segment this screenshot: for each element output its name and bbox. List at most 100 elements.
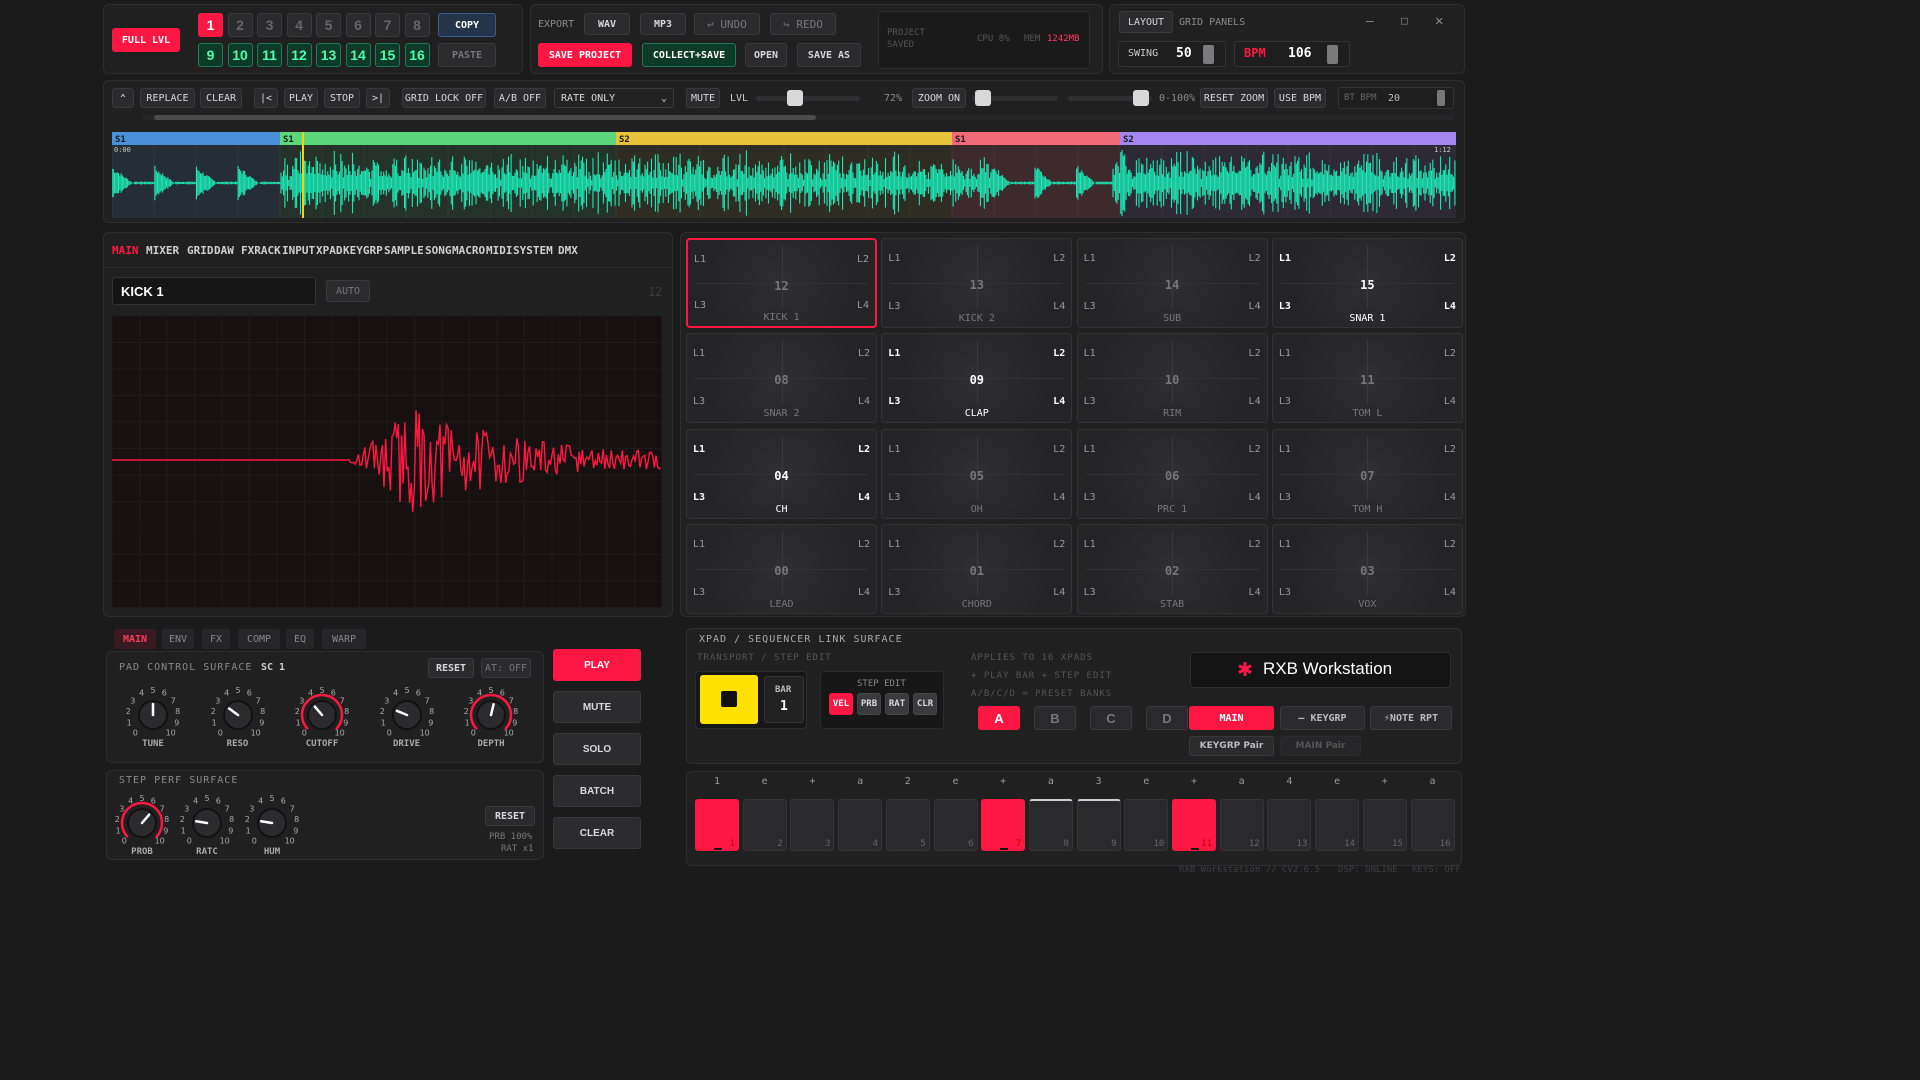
- control-tab-env[interactable]: ENV: [162, 629, 194, 649]
- step-2[interactable]: 2: [742, 799, 787, 851]
- drive-knob[interactable]: 0 1 2 3 4 5 6 7 8 9 10 DRIVE: [379, 684, 435, 752]
- prob-knob[interactable]: 0 1 2 3 4 5 6 7 8 9 10 PROB: [114, 792, 170, 860]
- mode-main-button[interactable]: MAIN: [1189, 706, 1274, 730]
- bank-button-8[interactable]: 8: [404, 13, 430, 37]
- paste-button[interactable]: PASTE: [438, 43, 496, 67]
- step-15[interactable]: 15: [1362, 799, 1407, 851]
- step-edit-prb-button[interactable]: PRB: [857, 693, 881, 715]
- redo-button[interactable]: ↪ REDO: [770, 13, 836, 35]
- layout-button[interactable]: LAYOUT: [1119, 11, 1173, 33]
- clear-button[interactable]: CLEAR: [200, 88, 242, 108]
- replace-button[interactable]: REPLACE: [140, 88, 195, 108]
- bank-button-1[interactable]: 1: [198, 13, 223, 37]
- timeline-section-bar[interactable]: [616, 132, 952, 145]
- bank-button-10[interactable]: 10: [227, 43, 253, 67]
- editor-tab-mixer[interactable]: MIXER: [146, 244, 179, 257]
- collapse-button[interactable]: ⌃: [112, 88, 134, 108]
- grid-lock-button[interactable]: GRID LOCK OFF: [402, 88, 486, 108]
- play-action-button[interactable]: PLAY: [553, 649, 641, 681]
- pad-12[interactable]: L1 L2 L3 L4 12 KICK 1: [686, 238, 877, 328]
- timeline-section-bar[interactable]: [280, 132, 616, 145]
- collect-save-button[interactable]: COLLECT+SAVE: [642, 43, 736, 67]
- mode-note-repeat-button[interactable]: ⚡ NOTE RPT: [1370, 706, 1452, 730]
- pad-00[interactable]: L1 L2 L3 L4 00 LEAD: [686, 523, 877, 614]
- pad-02[interactable]: L1 L2 L3 L4 02 STAB: [1076, 523, 1268, 614]
- editor-tab-midi[interactable]: MIDI: [486, 244, 513, 257]
- editor-tab-system[interactable]: SYSTEM: [513, 244, 553, 257]
- level-slider-handle[interactable]: [787, 90, 803, 106]
- step-edit-vel-button[interactable]: VEL: [829, 693, 853, 715]
- hum-knob[interactable]: 0 1 2 3 4 5 6 7 8 9 10 HUM: [244, 792, 300, 860]
- maximize-icon[interactable]: □: [1401, 14, 1408, 27]
- skip-back-button[interactable]: |<: [254, 88, 278, 108]
- full-level-button[interactable]: FULL LVL: [112, 28, 180, 52]
- save-project-button[interactable]: SAVE PROJECT: [538, 43, 632, 67]
- editor-tab-grid[interactable]: GRID: [187, 244, 214, 257]
- editor-tab-keygrp[interactable]: KEYGRP: [343, 244, 383, 257]
- bt-bpm-handle[interactable]: [1437, 90, 1445, 106]
- pad-15[interactable]: L1 L2 L3 L4 15 SNAR 1: [1271, 238, 1463, 328]
- editor-tab-xpad[interactable]: XPAD: [316, 244, 343, 257]
- preset-bank-c-button[interactable]: C: [1090, 706, 1132, 730]
- stop-button[interactable]: STOP: [324, 88, 360, 108]
- bank-button-11[interactable]: 11: [257, 43, 282, 67]
- control-tab-eq[interactable]: EQ: [286, 629, 314, 649]
- editor-tab-dmx[interactable]: DMX: [558, 244, 578, 257]
- editor-tab-input[interactable]: INPUT: [282, 244, 315, 257]
- pad-04[interactable]: L1 L2 L3 L4 04 CH: [686, 428, 877, 519]
- step-6[interactable]: 6: [933, 799, 978, 851]
- editor-tab-song[interactable]: SONG: [425, 244, 452, 257]
- preset-bank-a-button[interactable]: A: [978, 706, 1020, 730]
- bank-button-5[interactable]: 5: [316, 13, 341, 37]
- sample-waveform[interactable]: [112, 316, 662, 608]
- step-7[interactable]: 7: [981, 799, 1026, 851]
- step-9[interactable]: 9: [1076, 799, 1121, 851]
- aftertouch-button[interactable]: AT: OFF: [481, 658, 531, 678]
- minimize-icon[interactable]: –: [1366, 14, 1374, 29]
- pad-10[interactable]: L1 L2 L3 L4 10 RIM: [1076, 333, 1268, 424]
- pad-01[interactable]: L1 L2 L3 L4 01 CHORD: [881, 523, 1073, 614]
- timeline-section-bar[interactable]: [1120, 132, 1456, 145]
- mute-action-button[interactable]: MUTE: [553, 691, 641, 723]
- pad-05[interactable]: L1 L2 L3 L4 05 OH: [881, 428, 1073, 519]
- range-slider-handle[interactable]: [1133, 90, 1149, 106]
- undo-button[interactable]: ↩ UNDO: [694, 13, 760, 35]
- bpm-slider-handle[interactable]: [1327, 45, 1338, 64]
- keygrp-pair-button[interactable]: KEYGRP Pair: [1189, 736, 1274, 756]
- clear-action-button[interactable]: CLEAR: [553, 817, 641, 849]
- step-11[interactable]: 11: [1172, 799, 1216, 851]
- play-button[interactable]: PLAY: [284, 88, 318, 108]
- step-14[interactable]: 14: [1315, 799, 1360, 851]
- pad-11[interactable]: L1 L2 L3 L4 11 TOM L: [1271, 333, 1463, 424]
- bank-button-13[interactable]: 13: [316, 43, 341, 67]
- use-bpm-button[interactable]: USE BPM: [1274, 88, 1326, 108]
- step-4[interactable]: 4: [838, 799, 883, 851]
- ab-button[interactable]: A/B OFF: [494, 88, 546, 108]
- cutoff-knob[interactable]: 0 1 2 3 4 5 6 7 8 9 10 CUTOFF: [294, 684, 350, 752]
- control-tab-warp[interactable]: WARP: [322, 629, 366, 649]
- control-tab-main[interactable]: MAIN: [114, 629, 156, 649]
- rate-select[interactable]: RATE ONLY ⌄: [554, 88, 674, 108]
- swing-slider-handle[interactable]: [1203, 45, 1214, 64]
- bank-button-15[interactable]: 15: [375, 43, 400, 67]
- reso-knob[interactable]: 0 1 2 3 4 5 6 7 8 9 10 RESO: [210, 684, 266, 752]
- timeline-scrollbar-thumb[interactable]: [154, 115, 816, 120]
- editor-tab-macro[interactable]: MACRO: [452, 244, 485, 257]
- ratc-knob[interactable]: 0 1 2 3 4 5 6 7 8 9 10 RATC: [179, 792, 235, 860]
- editor-tab-fxrack[interactable]: FXRACK: [241, 244, 281, 257]
- arrangement-waveform[interactable]: S1 S1 S2 S1 S2 0:00 1:12: [112, 132, 1456, 218]
- bank-button-16[interactable]: 16: [404, 43, 430, 67]
- step-5[interactable]: 5: [885, 799, 930, 851]
- close-icon[interactable]: ✕: [1435, 13, 1443, 29]
- timeline-section-bar[interactable]: [952, 132, 1120, 145]
- bank-button-14[interactable]: 14: [345, 43, 371, 67]
- mode-keygrp-button[interactable]: — KEYGRP: [1280, 706, 1365, 730]
- step-16[interactable]: 16: [1410, 799, 1455, 851]
- mp3-button[interactable]: MP3: [640, 13, 686, 35]
- pad-14[interactable]: L1 L2 L3 L4 14 SUB: [1076, 238, 1268, 328]
- bank-button-7[interactable]: 7: [375, 13, 400, 37]
- reset-zoom-button[interactable]: RESET ZOOM: [1200, 88, 1268, 108]
- editor-tab-sample[interactable]: SAMPLE: [384, 244, 424, 257]
- editor-tab-daw[interactable]: DAW: [214, 244, 234, 257]
- pad-03[interactable]: L1 L2 L3 L4 03 VOX: [1271, 523, 1463, 614]
